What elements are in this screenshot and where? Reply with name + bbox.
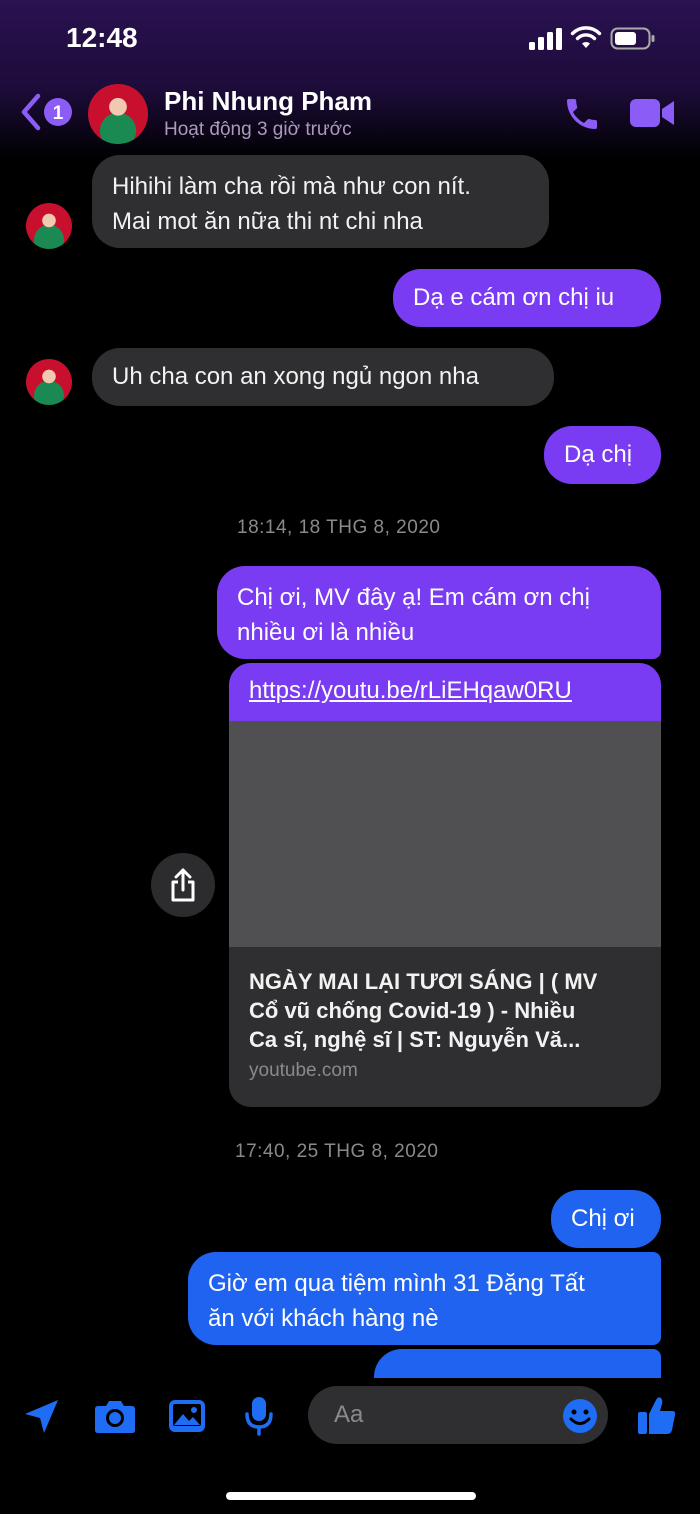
home-indicator[interactable] bbox=[226, 1492, 476, 1500]
contact-avatar-small bbox=[26, 203, 72, 249]
back-button[interactable]: 1 bbox=[18, 92, 78, 132]
message-line: Chị ơi bbox=[571, 1205, 635, 1232]
contact-name[interactable]: Phi Nhung Pham bbox=[164, 86, 372, 117]
contact-status: Hoạt động 3 giờ trước bbox=[164, 119, 352, 140]
message-bubble-outgoing[interactable]: Dạ chị bbox=[544, 426, 661, 484]
timestamp: 17:40, 25 THG 8, 2020 bbox=[235, 1141, 439, 1162]
microphone-icon[interactable] bbox=[244, 1395, 274, 1437]
message-line: nhiều ơi là nhiều bbox=[237, 619, 415, 646]
message-line: Chị ơi, MV đây ạ! Em cám ơn chị bbox=[237, 584, 590, 611]
status-time: 12:48 bbox=[66, 22, 138, 53]
link-thumbnail[interactable] bbox=[229, 721, 661, 947]
message-bubble-incoming[interactable]: Hihihi làm cha rồi mà như con nít. Mai m… bbox=[92, 155, 549, 248]
camera-icon[interactable] bbox=[94, 1398, 136, 1434]
share-button[interactable] bbox=[151, 853, 215, 917]
link-title-line: Cổ vũ chống Covid-19 ) - Nhiều bbox=[249, 998, 576, 1023]
message-bubble-outgoing[interactable]: Giờ em qua tiệm mình 31 Đặng Tất ăn với … bbox=[188, 1252, 661, 1345]
link-domain: youtube.com bbox=[249, 1060, 358, 1081]
signal-icon bbox=[529, 28, 562, 50]
timestamp: 18:14, 18 THG 8, 2020 bbox=[237, 517, 441, 538]
message-line: Dạ chị bbox=[564, 441, 633, 468]
message-line: Hihihi làm cha rồi mà như con nít. bbox=[112, 173, 471, 200]
link-preview-card[interactable]: https://youtu.be/rLiEHqaw0RU NGÀY MAI LẠ… bbox=[229, 663, 661, 1107]
contact-avatar[interactable] bbox=[88, 84, 148, 144]
back-chevron-icon: 1 bbox=[21, 93, 72, 131]
message-bubble-outgoing[interactable]: Chị ơi, MV đây ạ! Em cám ơn chị nhiều ơi… bbox=[217, 566, 661, 659]
battery-icon bbox=[610, 27, 655, 50]
emoji-icon[interactable] bbox=[562, 1398, 598, 1434]
share-icon bbox=[171, 868, 195, 902]
link-title[interactable]: NGÀY MAI LẠI TƯƠI SÁNG | ( MV Cổ vũ chốn… bbox=[229, 947, 661, 1054]
wifi-icon bbox=[570, 26, 602, 48]
link-url[interactable]: https://youtu.be/rLiEHqaw0RU bbox=[229, 663, 661, 721]
thumbs-up-icon[interactable] bbox=[636, 1394, 678, 1436]
link-title-line: Ca sĩ, nghệ sĩ | ST: Nguyễn Vă... bbox=[249, 1027, 581, 1052]
message-line: ăn với khách hàng nè bbox=[208, 1305, 439, 1332]
link-title-line: NGÀY MAI LẠI TƯƠI SÁNG | ( MV bbox=[249, 969, 598, 994]
message-bubble-outgoing[interactable]: Chị ơi bbox=[551, 1190, 661, 1248]
contact-avatar-small bbox=[26, 359, 72, 405]
message-line: Uh cha con an xong ngủ ngon nha bbox=[112, 363, 479, 390]
message-line: Dạ e cám ơn chị iu bbox=[413, 284, 615, 311]
unread-count-badge: 1 bbox=[53, 103, 64, 124]
message-bubble-outgoing[interactable]: Dạ e cám ơn chị iu bbox=[393, 269, 661, 327]
phone-icon[interactable] bbox=[562, 94, 602, 134]
message-bubble-incoming[interactable]: Uh cha con an xong ngủ ngon nha bbox=[92, 348, 554, 406]
message-line: Giờ em qua tiệm mình 31 Đặng Tất bbox=[208, 1270, 585, 1297]
gallery-icon[interactable] bbox=[168, 1398, 206, 1434]
location-arrow-icon[interactable] bbox=[22, 1396, 62, 1436]
message-input-placeholder: Aa bbox=[334, 1401, 364, 1428]
video-icon[interactable] bbox=[630, 97, 676, 129]
message-line: Mai mot ăn nữa thi nt chi nha bbox=[112, 208, 423, 235]
